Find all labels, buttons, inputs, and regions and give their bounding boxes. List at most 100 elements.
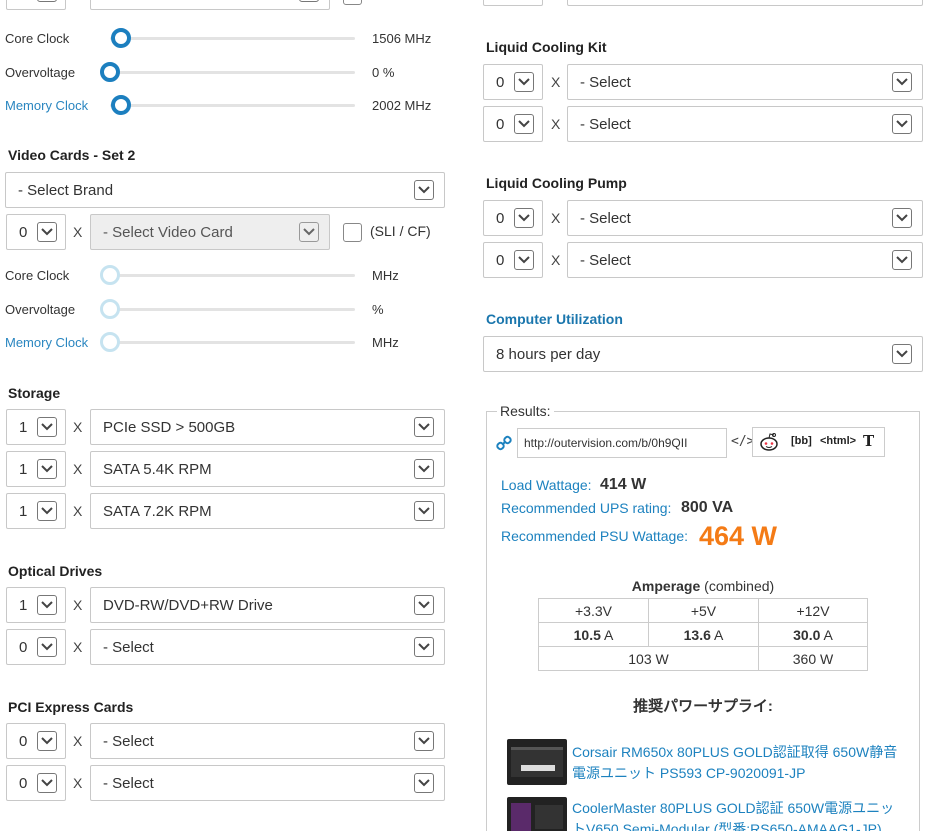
top-right-qty-select[interactable]: [483, 0, 543, 6]
storage-title: Storage: [8, 385, 61, 401]
liquid-kit-item-select-2[interactable]: - Select: [567, 106, 923, 142]
video1-core-clock-label: Core Clock: [5, 31, 70, 46]
qty-value: 0: [19, 775, 28, 792]
chevron-down-icon: [514, 250, 534, 270]
table-row: +3.3V +5V +12V: [538, 598, 868, 623]
video1-overvoltage-value: 0 %: [372, 65, 395, 80]
item-value: - Select: [103, 733, 154, 750]
optical-item-select-1[interactable]: DVD-RW/DVD+RW Drive: [90, 587, 445, 623]
embed-code-icon[interactable]: </>: [731, 434, 754, 449]
qty-value: 1: [19, 597, 28, 614]
chevron-down-icon: [37, 222, 57, 242]
bbcode-button[interactable]: [bb]: [791, 435, 812, 447]
amp-unit: A: [823, 626, 833, 643]
item-value: - Select: [580, 252, 631, 269]
liquid-kit-qty-select-2[interactable]: 0: [483, 106, 543, 142]
video2-overvoltage-track[interactable]: [110, 308, 355, 311]
liquid-pump-qty-select-1[interactable]: 0: [483, 200, 543, 236]
qty-value: 0: [19, 639, 28, 656]
product-title-line: Corsair RM650x 80PLUS GOLD認証取得 650W静音: [572, 744, 898, 760]
amperage-note: (combined): [704, 578, 775, 594]
amp-cell: 30.0 A: [758, 622, 868, 647]
psu-product-image[interactable]: [507, 797, 567, 831]
qty-value: 0: [496, 210, 505, 227]
optical-qty-select-1[interactable]: 1: [6, 587, 66, 623]
item-value: - Select: [103, 639, 154, 656]
video1-core-clock-knob[interactable]: [111, 28, 131, 48]
utilization-select[interactable]: 8 hours per day: [483, 336, 923, 372]
video1-qty-select[interactable]: [6, 0, 66, 10]
chevron-down-icon: [37, 459, 57, 479]
top-right-item-select[interactable]: [567, 0, 923, 6]
ups-rating-label: Recommended UPS rating:: [501, 500, 672, 516]
amp-value: 30.0: [793, 626, 821, 643]
storage-qty-select-1[interactable]: 1: [6, 409, 66, 445]
liquid-kit-item-select-1[interactable]: - Select: [567, 64, 923, 100]
pcie-qty-select-2[interactable]: 0: [6, 765, 66, 801]
storage-qty-select-2[interactable]: 1: [6, 451, 66, 487]
liquid-kit-qty-select-1[interactable]: 0: [483, 64, 543, 100]
video2-card-select[interactable]: - Select Video Card: [90, 214, 330, 250]
video2-overvoltage-knob[interactable]: [100, 299, 120, 319]
multiply-sign: X: [73, 639, 83, 655]
psu-product-link-2[interactable]: CoolerMaster 80PLUS GOLD認証 650W電源ユニッ トV6…: [572, 798, 912, 831]
amp-unit: A: [714, 626, 724, 643]
item-value: - Select: [580, 210, 631, 227]
chevron-down-icon: [414, 180, 434, 200]
item-value: PCIe SSD > 500GB: [103, 419, 236, 436]
storage-item-select-3[interactable]: SATA 7.2K RPM: [90, 493, 445, 529]
multiply-sign: X: [73, 461, 83, 477]
video2-core-clock-track[interactable]: [110, 274, 355, 277]
pcie-item-select-1[interactable]: - Select: [90, 723, 445, 759]
amperage-table: +3.3V +5V +12V 10.5 A 13.6 A 30.0 A 103 …: [538, 598, 868, 671]
recommended-psu-title: 推奨パワーサプライ:: [633, 698, 773, 715]
chevron-down-icon: [414, 773, 434, 793]
video1-memory-clock-track[interactable]: [110, 104, 355, 107]
rail-header: +3.3V: [538, 598, 649, 623]
storage-item-select-2[interactable]: SATA 5.4K RPM: [90, 451, 445, 487]
video2-core-clock-value: MHz: [372, 268, 399, 283]
video2-core-clock-knob[interactable]: [100, 265, 120, 285]
video2-memory-clock-track[interactable]: [110, 341, 355, 344]
text-button[interactable]: T: [863, 432, 874, 450]
amp-value: 13.6: [683, 626, 711, 643]
video2-core-clock-label: Core Clock: [5, 268, 70, 283]
chevron-down-icon: [514, 208, 534, 228]
qty-value: 0: [496, 252, 505, 269]
liquid-pump-item-select-2[interactable]: - Select: [567, 242, 923, 278]
storage-qty-select-3[interactable]: 1: [6, 493, 66, 529]
optical-item-select-2[interactable]: - Select: [90, 629, 445, 665]
video1-sli-checkbox[interactable]: [343, 0, 362, 5]
qty-value: 1: [19, 461, 28, 478]
chevron-down-icon: [514, 72, 534, 92]
video1-card-select[interactable]: [90, 0, 330, 10]
pcie-qty-select-1[interactable]: 0: [6, 723, 66, 759]
optical-qty-select-2[interactable]: 0: [6, 629, 66, 665]
item-value: - Select: [103, 775, 154, 792]
video1-overvoltage-knob[interactable]: [100, 62, 120, 82]
amp-value: 10.5: [573, 626, 601, 643]
video2-sli-checkbox[interactable]: [343, 223, 362, 242]
storage-item-select-1[interactable]: PCIe SSD > 500GB: [90, 409, 445, 445]
ups-rating-value: 800 VA: [681, 499, 734, 516]
psu-product-image[interactable]: [507, 739, 567, 785]
results-legend: Results:: [497, 403, 554, 419]
video2-qty-select[interactable]: 0: [6, 214, 66, 250]
multiply-sign: X: [551, 252, 561, 268]
share-link-input[interactable]: http://outervision.com/b/0h9QII: [517, 428, 727, 458]
video1-overvoltage-track[interactable]: [110, 71, 355, 74]
video1-memory-clock-knob[interactable]: [111, 95, 131, 115]
psu-product-link-1[interactable]: Corsair RM650x 80PLUS GOLD認証取得 650W静音 電源…: [572, 742, 912, 784]
chevron-down-icon: [37, 773, 57, 793]
video2-brand-select[interactable]: - Select Brand: [5, 172, 445, 208]
liquid-pump-item-select-1[interactable]: - Select: [567, 200, 923, 236]
chevron-down-icon: [892, 72, 912, 92]
amperage-title: Amperage: [631, 578, 701, 594]
video2-overvoltage-label: Overvoltage: [5, 302, 76, 317]
reddit-icon[interactable]: [758, 432, 780, 455]
liquid-pump-qty-select-2[interactable]: 0: [483, 242, 543, 278]
html-button[interactable]: <html>: [820, 435, 856, 447]
pcie-item-select-2[interactable]: - Select: [90, 765, 445, 801]
video1-core-clock-track[interactable]: [110, 37, 355, 40]
video2-memory-clock-knob[interactable]: [100, 332, 120, 352]
